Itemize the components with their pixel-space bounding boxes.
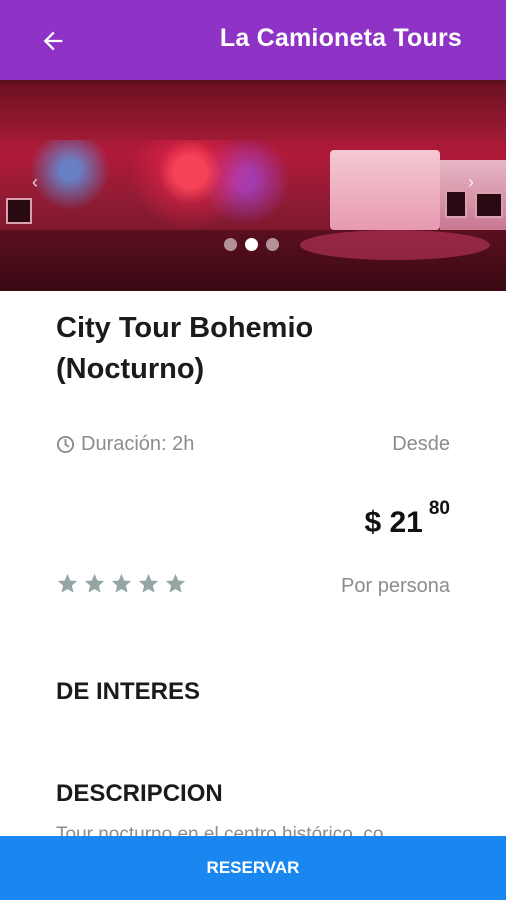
carousel-dot[interactable] (224, 238, 237, 251)
reserve-button[interactable]: RESERVAR (0, 836, 506, 900)
clock-icon (56, 435, 75, 454)
star-icon (165, 573, 186, 593)
carousel-dot[interactable] (266, 238, 279, 251)
per-person-label: Por persona (341, 575, 450, 597)
duration-label: Duración: 2h (81, 433, 195, 455)
star-icon (57, 573, 78, 593)
hero-rug (300, 230, 490, 260)
rating-stars (56, 572, 187, 595)
price: $ 21 80 (364, 498, 450, 540)
star-icon (111, 573, 132, 593)
hero-picture-frame (445, 190, 467, 218)
back-button[interactable] (36, 24, 70, 58)
price-cents: 80 (428, 498, 450, 519)
tour-title: City Tour Bohemio (Nocturno) (56, 312, 314, 385)
star-icon (138, 573, 159, 593)
arrow-left-icon (43, 31, 63, 51)
image-carousel[interactable]: ‹ › (0, 80, 506, 291)
chevron-left-icon[interactable]: ‹ (32, 172, 38, 193)
hero-picture-frame (475, 192, 503, 218)
price-main: $ 21 (364, 506, 423, 539)
description-section-title: DESCRIPCION (56, 780, 223, 807)
carousel-indicators (224, 238, 279, 251)
duration: Duración: 2h (56, 433, 194, 456)
star-icon (84, 573, 105, 593)
chevron-right-icon[interactable]: › (468, 172, 474, 193)
desde-label: Desde (392, 433, 450, 455)
interest-section-title: DE INTERES (56, 678, 201, 705)
hero-picture-frame (6, 198, 32, 224)
app-title: La Camioneta Tours (219, 24, 462, 52)
hero-ceiling (0, 80, 506, 140)
app-bar: La Camioneta Tours (0, 0, 506, 80)
hero-wall (330, 150, 440, 230)
carousel-dot-active[interactable] (245, 238, 258, 251)
